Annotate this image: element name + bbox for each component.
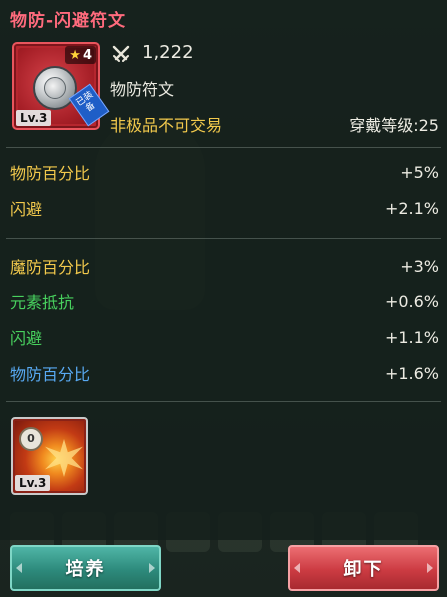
explosion-icon: [45, 439, 83, 477]
secondary-stat-row: 元素抵抗 +0.6%: [10, 289, 439, 313]
secondary-stat-row: 魔防百分比 +3%: [10, 254, 439, 278]
divider: [6, 147, 441, 148]
unequip-button-label: 卸下: [343, 559, 384, 580]
combat-power: 1,222: [142, 42, 194, 63]
divider: [6, 401, 441, 402]
stat-label: 闪避: [10, 329, 43, 348]
stat-value: +1.6%: [384, 363, 439, 383]
item-name: 物防符文: [110, 80, 175, 99]
stat-value: +3%: [400, 256, 439, 276]
silver-rune-coin-icon: [33, 66, 77, 110]
item-level: Lv.3: [16, 110, 52, 126]
stat-label: 闪避: [10, 200, 43, 219]
skill-level: Lv.3: [15, 475, 51, 491]
item-title: 物防-闪避符文: [10, 11, 127, 31]
arrow-right-icon: [427, 563, 433, 573]
arrow-left-icon: [294, 563, 300, 573]
coin-center: [44, 77, 66, 99]
stat-label: 物防百分比: [10, 365, 91, 384]
primary-stat-row: 闪避 +2.1%: [10, 196, 439, 220]
primary-stat-row: 物防百分比 +5%: [10, 160, 439, 184]
stat-label: 魔防百分比: [10, 258, 91, 277]
unequip-button[interactable]: 卸下: [288, 545, 439, 591]
stat-value: +5%: [400, 162, 439, 182]
stat-value: +2.1%: [384, 198, 439, 218]
star-badge: ★ 4: [65, 46, 96, 64]
rune-skill-slot[interactable]: 0 Lv.3: [11, 417, 88, 495]
secondary-stat-row: 物防百分比 +1.6%: [10, 361, 439, 385]
item-tooltip-panel: 物防-闪避符文 ★ 4 Lv.3 已装备 1,222 物防符文 非极品不可交易 …: [0, 0, 447, 540]
stat-value: +0.6%: [384, 291, 439, 311]
divider: [6, 238, 441, 239]
stat-value: +1.1%: [384, 327, 439, 347]
crossed-swords-icon: [112, 45, 130, 62]
secondary-stat-row: 闪避 +1.1%: [10, 325, 439, 349]
wear-level: 穿戴等级:25: [349, 116, 439, 135]
train-button-label: 培养: [65, 559, 106, 580]
robot-head-icon: 0: [19, 427, 43, 451]
arrow-right-icon: [149, 563, 155, 573]
arrow-left-icon: [16, 563, 22, 573]
star-icon: ★: [69, 47, 81, 63]
item-icon-frame[interactable]: ★ 4 Lv.3 已装备: [12, 42, 110, 130]
stat-label: 元素抵抗: [10, 293, 75, 312]
train-button[interactable]: 培养: [10, 545, 161, 591]
stat-label: 物防百分比: [10, 164, 91, 183]
star-count: 4: [82, 47, 92, 63]
trade-status: 非极品不可交易: [110, 116, 223, 135]
